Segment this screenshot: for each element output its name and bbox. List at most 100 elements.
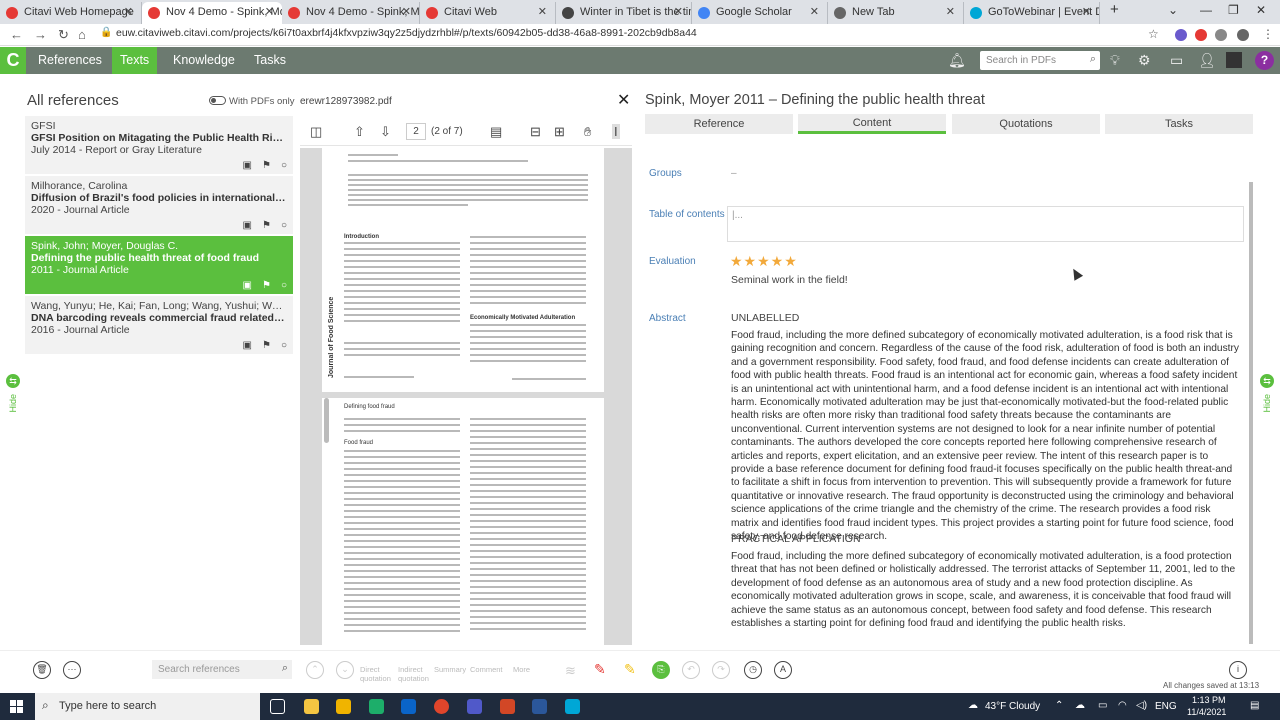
sidebar-toggle-icon[interactable]: ◫	[310, 124, 322, 140]
tray-chevron-icon[interactable]: ⌃	[1055, 700, 1063, 711]
notifications-icon[interactable]: ▤	[1250, 700, 1259, 711]
browser-tab[interactable]: Citavi Web ✕	[420, 2, 556, 24]
page-down-icon[interactable]: ⇩	[380, 124, 391, 140]
pdf-attachment-icon[interactable]: ▣	[243, 340, 252, 351]
abstract-text[interactable]: Food fraud, including the more defined s…	[731, 550, 1239, 630]
search-icon[interactable]: ⌕	[282, 662, 288, 675]
hide-right-link[interactable]: Hide	[1262, 394, 1272, 413]
weather-text[interactable]: 43°F Cloudy	[985, 701, 1040, 712]
wifi-icon[interactable]: ◠	[1118, 700, 1127, 711]
attach-icon[interactable]: ⎘	[652, 661, 670, 679]
chevron-up-icon[interactable]: ⌃	[306, 661, 324, 679]
browser-tab[interactable]: Nov 4 Demo - Spink, Moyer ✕	[282, 2, 420, 24]
minimize-button[interactable]: —	[1200, 3, 1212, 17]
lightbulb-icon[interactable]: 💡︎	[1110, 52, 1120, 69]
profile-avatar[interactable]	[1237, 29, 1249, 41]
language-indicator[interactable]: ENG	[1155, 701, 1177, 712]
chat-icon[interactable]: ▭	[1170, 52, 1183, 69]
text-select-tool-icon[interactable]: I	[612, 124, 620, 139]
toggle-switch-icon[interactable]	[209, 96, 226, 105]
nav-knowledge[interactable]: Knowledge	[165, 47, 243, 74]
browser-tab[interactable]: Winter in Tibet is the time ✕	[556, 2, 692, 24]
gotowebinar-icon[interactable]	[565, 699, 580, 714]
task-view-icon[interactable]	[270, 699, 285, 714]
bell-icon[interactable]: 🔔︎	[948, 52, 966, 69]
tab-content[interactable]: Content	[798, 114, 946, 134]
back-icon[interactable]: ←	[10, 27, 23, 42]
close-icon[interactable]: ✕	[124, 5, 133, 18]
new-tab-button[interactable]: +	[1110, 1, 1119, 18]
citavi-logo[interactable]: C	[0, 47, 26, 74]
clock-date[interactable]: 11/4/2021	[1187, 707, 1226, 717]
collapse-left-icon[interactable]: ⇆	[6, 374, 20, 388]
tab-quotations[interactable]: Quotations	[952, 114, 1100, 134]
close-pdf-icon[interactable]: ✕	[617, 90, 630, 110]
hide-left-link[interactable]: Hide	[8, 394, 18, 413]
yellow-highlighter-icon[interactable]: ✎	[624, 661, 636, 678]
circle-status-icon[interactable]: ○	[281, 160, 287, 171]
pdf-attachment-icon[interactable]: ▣	[243, 220, 252, 231]
close-icon[interactable]: ✕	[810, 5, 819, 18]
flag-icon[interactable]: ⚑	[262, 280, 271, 291]
browser-tab[interactable]: New Tab ✕	[828, 2, 964, 24]
delete-icon[interactable]: 🗑︎	[33, 661, 51, 679]
close-icon[interactable]: ✕	[402, 5, 411, 18]
close-icon[interactable]: ✕	[265, 5, 274, 18]
outlook-icon[interactable]	[401, 699, 416, 714]
extension-icon[interactable]	[1175, 29, 1187, 41]
teams-icon[interactable]	[467, 699, 482, 714]
onedrive-icon[interactable]: ☁	[1075, 700, 1085, 711]
info-icon[interactable]: i	[1229, 661, 1247, 679]
more-options-icon[interactable]: ···	[63, 661, 81, 679]
flag-icon[interactable]: ⚑	[262, 160, 271, 171]
flag-icon[interactable]: ⚑	[262, 220, 271, 231]
redo-icon[interactable]: ↷	[712, 661, 730, 679]
reference-card-selected[interactable]: Spink, John; Moyer, Douglas C. Defining …	[25, 236, 293, 294]
text-format-icon[interactable]: A	[774, 661, 792, 679]
browser-tab[interactable]: Citavi Web Homepage ✕	[0, 2, 142, 24]
pdf-search-input[interactable]: Search in PDFs ⌕	[980, 51, 1100, 70]
share-users-icon[interactable]: 👤︎	[1198, 52, 1216, 69]
history-icon[interactable]: ◷	[744, 661, 762, 679]
undo-icon[interactable]: ↶	[682, 661, 700, 679]
file-explorer-icon[interactable]	[304, 699, 319, 714]
chrome-icon[interactable]	[434, 699, 449, 714]
summary-button[interactable]: Summary	[434, 665, 466, 674]
evaluation-text[interactable]: Seminal work in the field!	[731, 274, 848, 286]
collapse-right-icon[interactable]: ⇆	[1260, 374, 1274, 388]
zoom-in-icon[interactable]: ⊞	[554, 124, 565, 140]
browser-tab[interactable]: Google Scholar ✕	[692, 2, 828, 24]
close-icon[interactable]: ✕	[538, 5, 547, 18]
page-number-input[interactable]: 2	[406, 123, 426, 140]
help-icon[interactable]: ?	[1255, 51, 1274, 70]
close-icon[interactable]: ✕	[674, 5, 683, 18]
circle-status-icon[interactable]: ○	[281, 220, 287, 231]
more-button[interactable]: More	[513, 665, 530, 674]
word-icon[interactable]	[532, 699, 547, 714]
nav-tasks[interactable]: Tasks	[246, 47, 294, 74]
reference-card[interactable]: GFSI GFSI Position on Mitagating the Pub…	[25, 116, 293, 174]
browser-tab[interactable]: GoToWebinar | Event Details ✕	[964, 2, 1100, 24]
circle-status-icon[interactable]: ○	[281, 280, 287, 291]
volume-icon[interactable]: ◁)	[1136, 700, 1147, 711]
windows-start-icon[interactable]	[10, 700, 23, 713]
search-icon[interactable]: ⌕	[1090, 53, 1096, 66]
reference-card[interactable]: Wang, Yunyu; He, Kai; Fan, Long; Wang, Y…	[25, 296, 293, 354]
pdf-attachment-icon[interactable]: ▣	[243, 160, 252, 171]
app-icon[interactable]	[369, 699, 384, 714]
url-field[interactable]: 🔒 euw.citaviweb.citavi.com/projects/k6i7…	[100, 27, 1160, 43]
flag-icon[interactable]: ⚑	[262, 340, 271, 351]
circle-status-icon[interactable]: ○	[281, 340, 287, 351]
powerpoint-icon[interactable]	[500, 699, 515, 714]
reference-search-input[interactable]: Search references ⌕	[152, 660, 292, 679]
toc-field[interactable]: |...	[727, 206, 1244, 242]
tab-reference[interactable]: Reference	[645, 114, 793, 134]
taskbar-search-input[interactable]: ⌕ Type here to search	[35, 693, 260, 720]
fit-page-icon[interactable]: ▤	[490, 124, 502, 140]
browser-tab-active[interactable]: Nov 4 Demo - Spink, Moyer ✕	[142, 2, 282, 24]
nav-texts[interactable]: Texts	[112, 47, 158, 74]
bookmark-star-icon[interactable]: ☆	[1148, 27, 1159, 41]
battery-icon[interactable]: ▭	[1098, 700, 1107, 711]
close-window-button[interactable]: ✕	[1256, 3, 1266, 17]
extension-icon[interactable]	[1195, 29, 1207, 41]
